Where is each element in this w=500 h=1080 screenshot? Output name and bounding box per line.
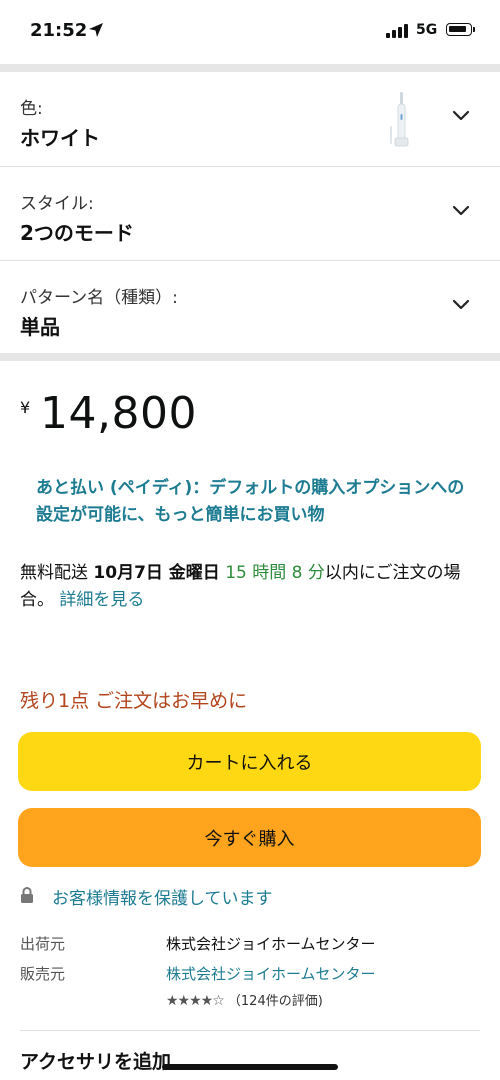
variant-label: 色: bbox=[20, 99, 43, 119]
seller-link[interactable]: 株式会社ジョイホームセンター bbox=[166, 963, 376, 984]
status-time: 21:52 bbox=[30, 20, 88, 41]
delivery-info: 無料配送 10月7日 金曜日 15 時間 8 分以内にご注文の場合。 詳細を見る bbox=[20, 560, 482, 614]
variant-label: パターン名（種類）: bbox=[20, 288, 178, 308]
rating-count: （124件の評価) bbox=[227, 994, 323, 1009]
price-amount: 14,800 bbox=[40, 388, 197, 439]
status-bar: 21:52 5G bbox=[0, 0, 500, 64]
ships-from-row: 出荷元 株式会社ジョイホームセンター bbox=[20, 933, 480, 959]
variant-style-selector[interactable]: スタイル: 2つのモード bbox=[0, 167, 500, 261]
battery-icon bbox=[446, 23, 475, 36]
chevron-down-icon[interactable] bbox=[452, 110, 470, 122]
add-to-cart-label: カートに入れる bbox=[186, 752, 313, 774]
section-divider bbox=[0, 353, 500, 361]
accessory-heading: アクセサリを追加 bbox=[20, 1051, 172, 1073]
variant-value: 単品 bbox=[20, 315, 60, 339]
lock-icon bbox=[21, 887, 33, 903]
seller-rating[interactable]: ★★★★☆ （124件の評価) bbox=[166, 990, 323, 1009]
sold-by-label: 販売元 bbox=[20, 965, 66, 983]
secure-transaction-text: お客様情報を保護しています bbox=[52, 889, 273, 909]
buy-now-label: 今すぐ購入 bbox=[204, 828, 295, 850]
delivery-prefix: 無料配送 bbox=[20, 563, 94, 583]
stock-notice: 残り1点 ご注文はお早めに bbox=[20, 690, 248, 712]
section-divider bbox=[0, 64, 500, 72]
location-arrow-icon bbox=[89, 23, 103, 37]
home-indicator[interactable] bbox=[162, 1064, 338, 1070]
delivery-countdown: 15 時間 8 分 bbox=[219, 563, 325, 583]
chevron-down-icon[interactable] bbox=[452, 299, 470, 311]
sold-by-row: 販売元 株式会社ジョイホームセンター bbox=[20, 963, 480, 989]
variant-value: ホワイト bbox=[20, 126, 100, 150]
variant-label: スタイル: bbox=[20, 194, 94, 214]
add-to-cart-button[interactable]: カートに入れる bbox=[18, 732, 481, 791]
ships-from-value: 株式会社ジョイホームセンター bbox=[166, 935, 376, 953]
ships-from-label: 出荷元 bbox=[20, 935, 66, 953]
variant-pattern-selector[interactable]: パターン名（種類）: 単品 bbox=[0, 261, 500, 355]
variant-value: 2つのモード bbox=[20, 221, 134, 245]
chevron-down-icon[interactable] bbox=[452, 205, 470, 217]
paidy-promo-link[interactable]: あと払い (ペイディ)：デフォルトの購入オプションへの設定が可能に、もっと簡単に… bbox=[36, 475, 476, 529]
variant-color-selector[interactable]: 色: ホワイト bbox=[0, 72, 500, 166]
currency-symbol: ¥ bbox=[20, 398, 31, 417]
star-rating-icon: ★★★★☆ bbox=[166, 993, 225, 1009]
buy-now-button[interactable]: 今すぐ購入 bbox=[18, 808, 481, 867]
product-thumbnail bbox=[390, 92, 409, 147]
divider bbox=[20, 1030, 480, 1031]
signal-icon bbox=[386, 24, 410, 38]
delivery-details-link[interactable]: 詳細を見る bbox=[59, 590, 144, 610]
delivery-date: 10月7日 金曜日 bbox=[93, 563, 220, 583]
network-type: 5G bbox=[416, 22, 438, 38]
